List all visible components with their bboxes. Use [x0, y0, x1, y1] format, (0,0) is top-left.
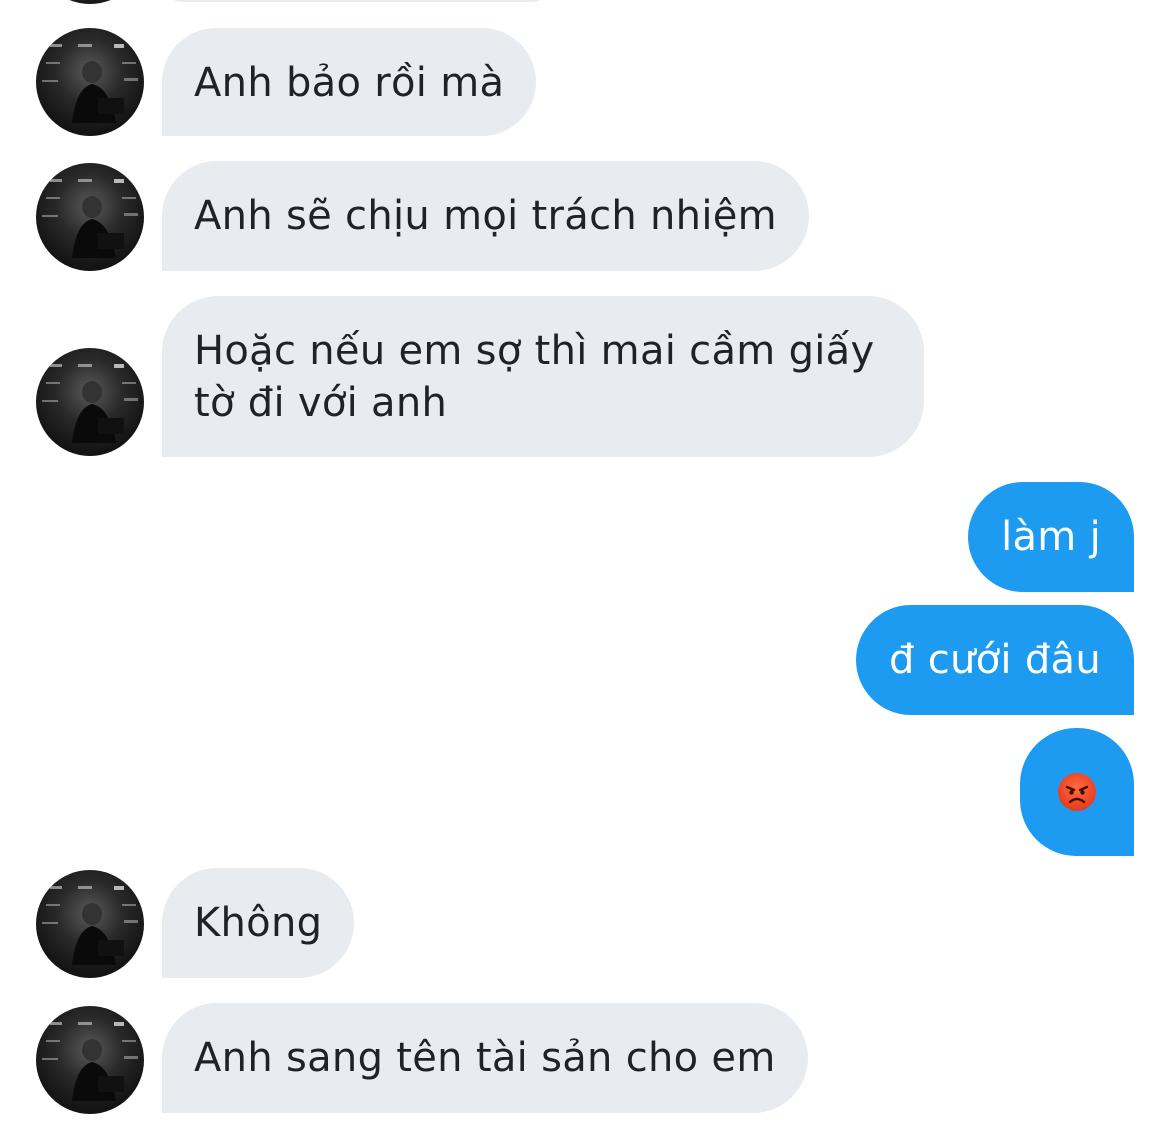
outgoing-message-bubble[interactable]: làm j	[968, 482, 1134, 592]
outgoing-message-bubble[interactable]	[1020, 728, 1134, 856]
message-text: Anh sẽ chịu mọi trách nhiệm	[194, 193, 777, 239]
outgoing-message-bubble[interactable]: đ cưới đâu	[855, 605, 1134, 715]
message-text: đ cưới đâu	[888, 637, 1101, 683]
incoming-message-bubble[interactable]: Hoặc nếu em sợ thì mai cầm giấy tờ đi vớ…	[162, 296, 924, 457]
message-text: Không	[194, 900, 323, 946]
avatar-photo-icon	[42, 44, 138, 123]
message-text: Hoặc nếu em sợ thì mai cầm giấy tờ đi vớ…	[194, 328, 875, 426]
message-text: Anh sang tên tài sản cho em	[194, 1035, 776, 1081]
incoming-message-bubble-partial[interactable]	[162, 0, 552, 2]
incoming-message-bubble[interactable]: Anh sang tên tài sản cho em	[162, 1003, 808, 1113]
message-text: làm j	[1001, 514, 1101, 560]
incoming-message-bubble[interactable]: Anh sẽ chịu mọi trách nhiệm	[162, 161, 809, 271]
avatar-photo-icon	[42, 886, 138, 965]
contact-avatar[interactable]	[36, 0, 144, 4]
message-text: Anh bảo rồi mà	[194, 60, 505, 106]
incoming-message-bubble[interactable]: Anh bảo rồi mà	[162, 28, 537, 136]
contact-avatar[interactable]	[36, 870, 144, 978]
avatar-photo-icon	[42, 179, 138, 258]
message-thread: Anh bảo rồi mà Anh sẽ chịu mọi trách nhi…	[0, 0, 1170, 1130]
avatar-photo-icon	[42, 1022, 138, 1101]
contact-avatar[interactable]	[36, 28, 144, 136]
incoming-message-bubble[interactable]: Không	[162, 868, 355, 978]
avatar-photo-icon	[42, 364, 138, 443]
contact-avatar[interactable]	[36, 1006, 144, 1114]
contact-avatar[interactable]	[36, 348, 144, 456]
angry-face-emoji-icon	[1058, 773, 1096, 811]
contact-avatar[interactable]	[36, 163, 144, 271]
